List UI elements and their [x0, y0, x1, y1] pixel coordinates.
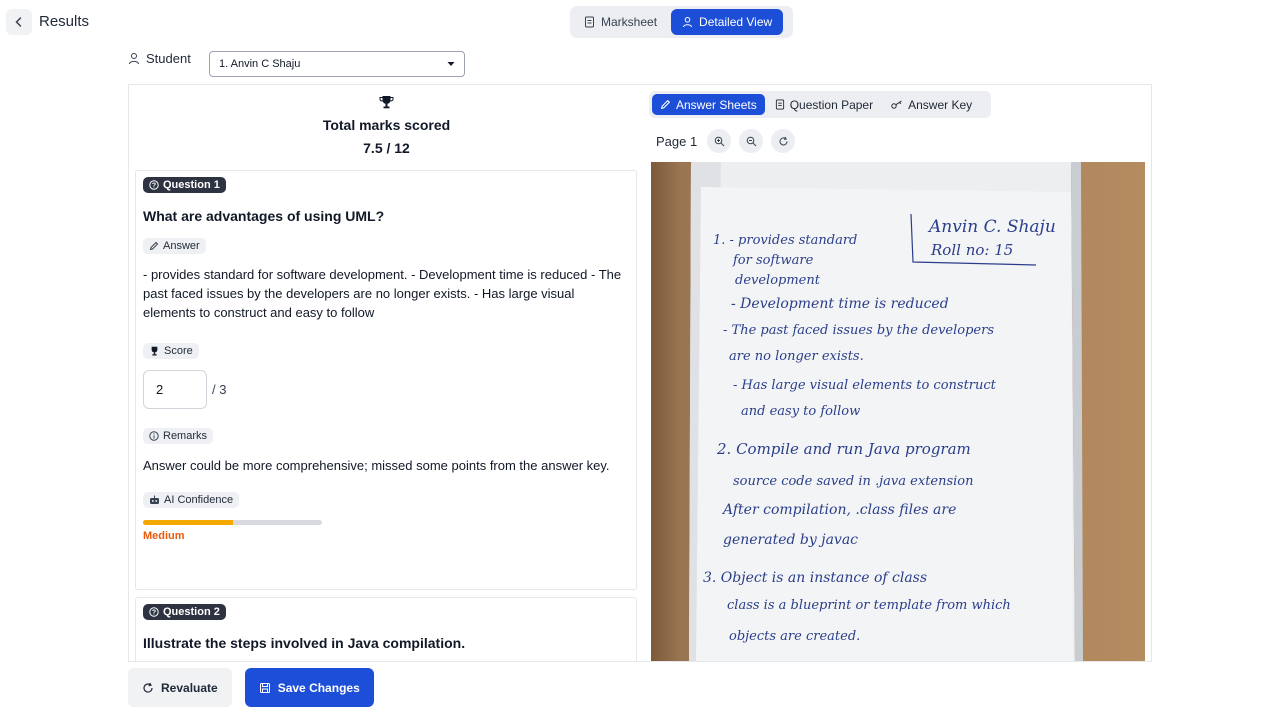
handwritten-line: development: [735, 273, 821, 288]
handwritten-line: 2. Compile and run Java program: [716, 440, 971, 458]
score-label: Score: [164, 345, 193, 357]
handwritten-line: Anvin C. Shaju: [927, 217, 1056, 237]
tab-label: Detailed View: [699, 15, 773, 29]
question-badge-label: Question 2: [163, 606, 220, 618]
back-button[interactable]: [6, 9, 32, 35]
handwritten-line: are no longer exists.: [729, 349, 864, 364]
zoom-in-icon: [714, 136, 725, 146]
viewer-tabs: Answer Sheets Question Paper Answer Key: [649, 91, 991, 118]
handwritten-line: - The past faced issues by the developer…: [723, 323, 994, 338]
question-title: What are advantages of using UML?: [143, 208, 385, 224]
tab-marksheet[interactable]: Marksheet: [573, 9, 668, 35]
pencil-icon: [660, 99, 671, 110]
question-badge: ? Question 1: [143, 177, 226, 193]
remarks-text: Answer could be more comprehensive; miss…: [143, 458, 610, 473]
help-circle-icon: ?: [149, 180, 159, 190]
page-title: Results: [39, 13, 90, 30]
answer-text: - provides standard for software develop…: [143, 267, 622, 320]
refresh-icon: [143, 682, 153, 693]
score-input[interactable]: 2: [143, 370, 207, 409]
zoom-in-button[interactable]: [707, 129, 732, 153]
confidence-bar: [143, 520, 322, 525]
revaluate-button[interactable]: Revaluate: [128, 668, 232, 707]
confidence-level: Medium: [143, 530, 185, 542]
handwritten-line: objects are created.: [729, 629, 860, 644]
handwritten-line: class is a blueprint or template from wh…: [727, 598, 1011, 613]
page-controls: Page 1: [656, 129, 796, 153]
document-icon: [775, 99, 784, 110]
student-select[interactable]: 1. Anvin C Shaju: [209, 51, 465, 77]
question-badge: ? Question 2: [143, 604, 226, 620]
ai-confidence-label: AI Confidence: [164, 494, 234, 506]
question-badge-label: Question 1: [163, 179, 220, 191]
handwritten-line: - Development time is reduced: [731, 296, 949, 312]
total-value: 7.5 / 12: [363, 140, 410, 156]
document-viewer: Answer Sheets Question Paper Answer Key …: [645, 85, 1151, 661]
question-title: Illustrate the steps involved in Java co…: [143, 635, 466, 651]
handwritten-line: - Has large visual elements to construct: [733, 378, 997, 393]
handwritten-answer-sheet: Anvin C. Shaju Roll no: 15 1. - provides s…: [689, 162, 1083, 661]
remarks-label: Remarks: [163, 430, 208, 442]
student-select-value: 1. Anvin C Shaju: [219, 58, 301, 70]
main-panel: Total marks scored 7.5 / 12 ? Question 1…: [128, 84, 1152, 662]
tab-detailed-view[interactable]: Detailed View: [671, 9, 784, 35]
tab-label: Marksheet: [601, 15, 658, 29]
handwritten-line: After compilation, .class files are: [721, 502, 956, 518]
reset-view-button[interactable]: [771, 129, 796, 153]
info-icon: [149, 431, 159, 441]
answer-sheet-image[interactable]: Anvin C. Shaju Roll no: 15 1. - provides s…: [651, 162, 1145, 661]
student-row: Student 1. Anvin C Shaju: [128, 51, 465, 77]
student-label: Student: [146, 51, 191, 66]
tab-answer-sheets[interactable]: Answer Sheets: [652, 94, 765, 115]
answer-label: Answer: [163, 240, 200, 252]
zoom-out-icon: [746, 136, 757, 146]
handwritten-line: for software: [732, 253, 814, 268]
trophy-icon: [151, 346, 158, 356]
robot-icon: [150, 495, 159, 504]
save-changes-button[interactable]: Save Changes: [244, 668, 374, 707]
question-card: ? Question 1 What are advantages of usin…: [135, 170, 637, 590]
questions-column[interactable]: Total marks scored 7.5 / 12 ? Question 1…: [129, 85, 644, 661]
total-label: Total marks scored: [322, 117, 451, 133]
action-bar: Revaluate Save Changes: [128, 668, 374, 707]
tab-question-paper[interactable]: Question Paper: [767, 94, 881, 115]
handwritten-line: generated by javac: [723, 532, 858, 548]
pencil-icon: [149, 241, 159, 251]
handwritten-line: source code saved in .java extension: [733, 474, 974, 489]
caret-down-icon: [447, 62, 455, 66]
trophy-icon: [379, 96, 394, 109]
handwritten-line: Roll no: 15: [930, 241, 1013, 259]
tab-label: Answer Sheets: [676, 97, 757, 112]
tab-answer-key[interactable]: Answer Key: [883, 94, 980, 115]
handwritten-line: and easy to follow: [741, 404, 860, 419]
svg-text:?: ?: [152, 183, 156, 190]
zoom-out-button[interactable]: [739, 129, 764, 153]
help-circle-icon: ?: [149, 607, 159, 617]
tab-label: Question Paper: [789, 97, 874, 112]
remarks-chip: Remarks: [143, 428, 214, 444]
key-icon: [891, 100, 902, 109]
user-icon: [683, 17, 693, 28]
handwritten-line: 3. Object is an instance of class: [703, 570, 927, 586]
total-score-summary: Total marks scored 7.5 / 12: [129, 95, 644, 156]
view-toggle: Marksheet Detailed View: [570, 6, 793, 38]
save-changes-label: Save Changes: [277, 680, 360, 695]
page-indicator: Page 1: [656, 133, 698, 149]
question-card: ? Question 2 Illustrate the steps involv…: [135, 597, 637, 661]
refresh-icon: [779, 136, 788, 145]
save-icon: [259, 682, 270, 693]
chevron-left-icon: [15, 17, 22, 27]
answer-chip: Answer: [143, 238, 206, 254]
revaluate-label: Revaluate: [161, 680, 218, 695]
user-icon: [129, 53, 139, 65]
document-icon: [585, 16, 594, 28]
tab-label: Answer Key: [908, 97, 973, 112]
ai-confidence-chip: AI Confidence: [143, 492, 240, 508]
max-score: / 3: [212, 382, 227, 397]
confidence-bar-fill: [143, 520, 233, 525]
svg-text:?: ?: [152, 610, 156, 617]
handwritten-line: 1. - provides standard: [713, 233, 857, 248]
score-chip: Score: [143, 343, 199, 359]
